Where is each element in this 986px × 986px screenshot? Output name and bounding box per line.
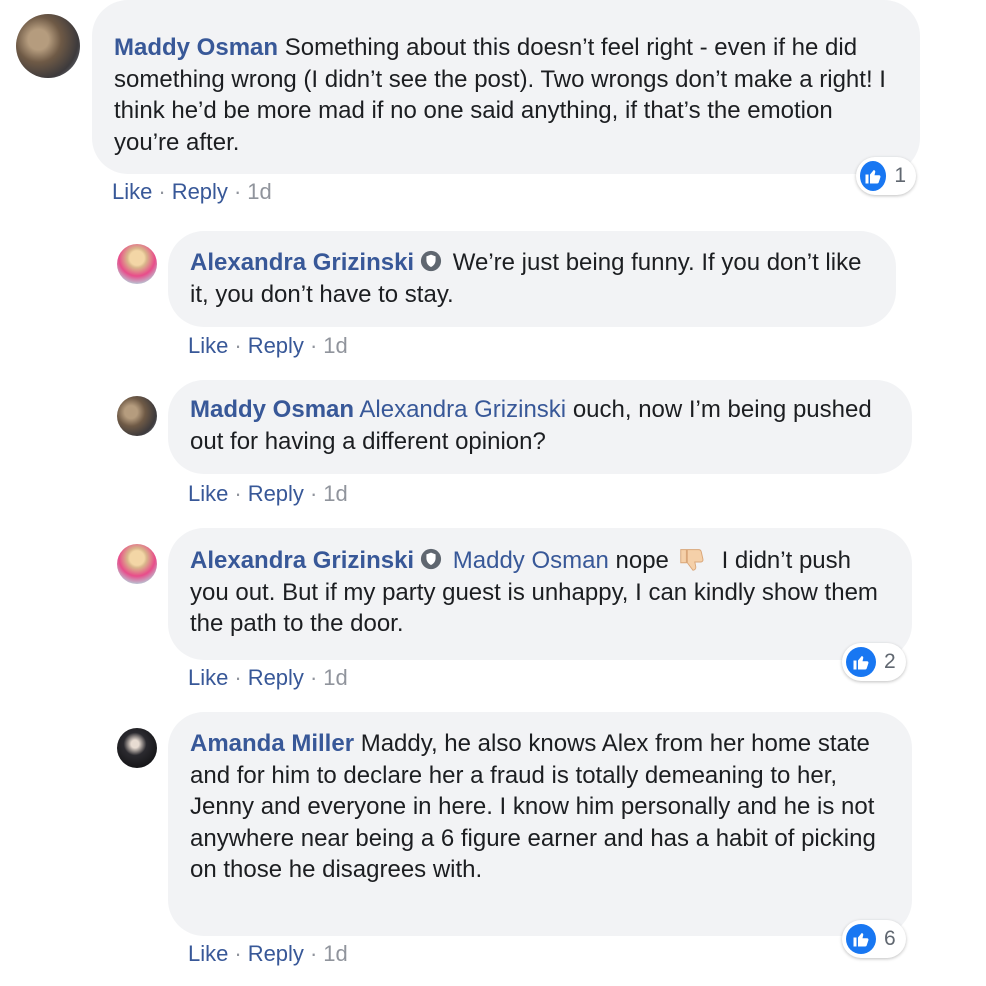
reply-author[interactable]: Maddy Osman bbox=[190, 396, 354, 423]
reaction-count[interactable]: 2 bbox=[842, 643, 906, 681]
avatar[interactable] bbox=[117, 396, 157, 436]
timestamp[interactable]: 1d bbox=[323, 665, 347, 690]
reaction-count-label: 6 bbox=[884, 927, 896, 950]
reply-author[interactable]: Alexandra Grizinski bbox=[190, 547, 414, 574]
like-link[interactable]: Like bbox=[188, 481, 228, 506]
reply-author[interactable]: Alexandra Grizinski bbox=[190, 249, 414, 276]
like-reaction-icon bbox=[860, 161, 887, 191]
reply-link[interactable]: Reply bbox=[248, 481, 304, 506]
like-reaction-icon bbox=[846, 647, 876, 677]
reply-actions: Like · Reply · 1d bbox=[188, 481, 348, 506]
shield-icon bbox=[421, 250, 442, 272]
avatar[interactable] bbox=[117, 244, 157, 284]
reply-bubble: Amanda Miller Maddy, he also knows Alex … bbox=[168, 712, 912, 936]
like-reaction-icon bbox=[846, 924, 876, 954]
reply-link[interactable]: Reply bbox=[172, 179, 228, 204]
reply-bubble: Alexandra Grizinski Maddy Osman nope I d… bbox=[168, 528, 912, 660]
avatar[interactable] bbox=[117, 544, 157, 584]
timestamp[interactable]: 1d bbox=[323, 941, 347, 966]
shield-icon bbox=[421, 548, 442, 570]
reply-link[interactable]: Reply bbox=[248, 333, 304, 358]
comment-author[interactable]: Maddy Osman bbox=[114, 34, 278, 61]
timestamp[interactable]: 1d bbox=[247, 179, 271, 204]
avatar[interactable] bbox=[16, 14, 80, 78]
like-link[interactable]: Like bbox=[112, 179, 152, 204]
like-link[interactable]: Like bbox=[188, 665, 228, 690]
timestamp[interactable]: 1d bbox=[323, 333, 347, 358]
timestamp[interactable]: 1d bbox=[323, 481, 347, 506]
mention-link[interactable]: Alexandra Grizinski bbox=[359, 396, 566, 423]
reply-bubble: Alexandra Grizinski We’re just being fun… bbox=[168, 231, 896, 327]
like-link[interactable]: Like bbox=[188, 941, 228, 966]
like-link[interactable]: Like bbox=[188, 333, 228, 358]
thumbs-down-emoji-icon bbox=[680, 549, 704, 571]
reaction-count[interactable]: 6 bbox=[842, 920, 906, 958]
reply-link[interactable]: Reply bbox=[248, 665, 304, 690]
reply-actions: Like · Reply · 1d bbox=[188, 941, 348, 966]
reply-text-lead: nope bbox=[615, 547, 669, 574]
reply-bubble: Maddy Osman Alexandra Grizinski ouch, no… bbox=[168, 380, 912, 474]
reply-actions: Like · Reply · 1d bbox=[188, 665, 348, 690]
comment-actions: Like · Reply · 1d bbox=[112, 179, 272, 204]
reply-link[interactable]: Reply bbox=[248, 941, 304, 966]
reply-actions: Like · Reply · 1d bbox=[188, 333, 348, 358]
reaction-count[interactable]: 1 bbox=[856, 157, 916, 195]
avatar[interactable] bbox=[117, 728, 157, 768]
reply-author[interactable]: Amanda Miller bbox=[190, 730, 354, 757]
mention-link[interactable]: Maddy Osman bbox=[453, 547, 609, 574]
comment-bubble: Maddy Osman Something about this doesn’t… bbox=[92, 0, 920, 174]
reaction-count-label: 2 bbox=[884, 650, 896, 673]
reaction-count-label: 1 bbox=[894, 164, 906, 187]
